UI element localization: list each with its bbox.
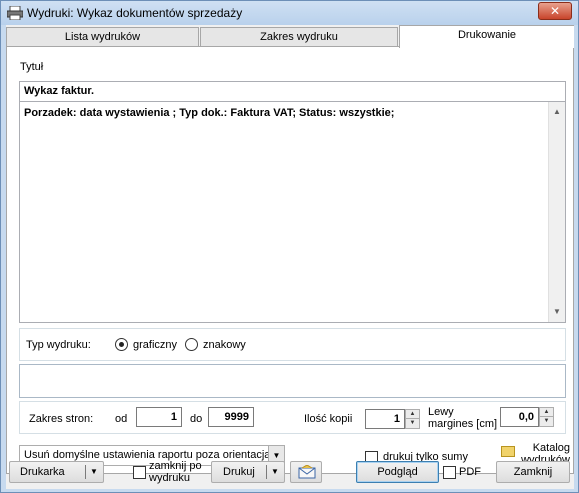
report-description-text: Porzadek: data wystawienia ; Typ dok.: F… [24,107,395,119]
tab-label: Drukowanie [457,29,517,41]
report-title-memo[interactable]: Wykaz faktur. Porzadek: data wystawienia… [19,81,566,323]
empty-options-box [19,364,566,398]
spin-down-icon[interactable]: ▼ [406,419,419,428]
tab-label: Lista wydruków [64,31,141,43]
scroll-down-icon[interactable]: ▼ [549,304,565,320]
left-margin-label: Lewy margines [cm] [428,406,498,430]
left-margin-input[interactable]: 0,0 [500,407,539,427]
close-button[interactable]: Zamknij [496,461,570,483]
report-title-field[interactable]: Wykaz faktur. [20,82,565,102]
radio-text-mode-label: znakowy [203,339,246,351]
tab-label: Zakres wydruku [260,31,338,43]
tab-strip: Lista wydruków Zakres wydruku Drukowanie [6,25,574,48]
radio-graphic-label: graficzny [133,339,178,351]
page-to-input[interactable]: 9999 [208,407,254,427]
tab-print-range[interactable]: Zakres wydruku [200,27,398,47]
print-type-group: Typ wydruku: graficzny znakowy [19,328,566,361]
memo-scrollbar[interactable]: ▲ ▼ [548,102,565,322]
window-title: Wydruki: Wykaz dokumentów sprzedaży [27,6,243,20]
scroll-up-icon[interactable]: ▲ [549,104,565,120]
title-label: Tytuł [20,61,44,73]
title-bar[interactable]: Wydruki: Wykaz dokumentów sprzedaży ✕ [1,1,578,25]
envelope-icon [298,465,316,479]
close-icon: ✕ [549,4,561,18]
printer-icon [7,6,23,20]
margin-spinner[interactable]: ▲ ▼ [539,407,554,427]
dialog-client: Lista wydruków Zakres wydruku Drukowanie… [6,25,574,489]
preview-button-label: Podgląd [377,466,418,478]
page-range-label: Zakres stron: [29,413,94,425]
split-divider [85,465,86,479]
spin-up-icon[interactable]: ▲ [540,408,553,417]
email-button[interactable] [290,461,322,483]
pdf-checkbox[interactable] [443,466,456,479]
pdf-label: PDF [459,466,481,478]
close-button-label: Zamknij [513,466,553,478]
printer-button-label: Drukarka [20,466,65,478]
split-divider [266,465,267,479]
print-type-label: Typ wydruku: [26,339,91,351]
close-after-print-label: zamknij po wydruku [149,460,202,484]
printer-button[interactable]: Drukarka ▼ [9,461,104,483]
print-button[interactable]: Drukuj ▼ [211,461,285,483]
copies-spinner[interactable]: ▲ ▼ [405,409,420,429]
close-after-print-checkbox[interactable] [133,466,146,479]
print-dialog-window: Wydruki: Wykaz dokumentów sprzedaży ✕ Li… [0,0,579,493]
preview-button[interactable]: Podgląd [356,461,439,483]
radio-text-mode[interactable] [185,338,198,351]
page-range-group: Zakres stron: od 1 do 9999 Ilość kopii 1… [19,401,566,434]
spin-up-icon[interactable]: ▲ [406,410,419,419]
page-from-input[interactable]: 1 [136,407,182,427]
tab-print-list[interactable]: Lista wydruków [6,27,199,47]
print-button-label: Drukuj [223,466,255,478]
tab-printing[interactable]: Drukowanie [399,25,574,48]
to-label: do [190,413,203,425]
printing-panel: Tytuł Wykaz faktur. Porzadek: data wysta… [6,46,574,474]
from-label: od [115,413,128,425]
radio-graphic[interactable] [115,338,128,351]
chevron-down-icon[interactable]: ▼ [90,462,98,482]
chevron-down-icon[interactable]: ▼ [271,462,279,482]
spin-down-icon[interactable]: ▼ [540,417,553,426]
close-window-button[interactable]: ✕ [538,2,572,20]
copies-label: Ilość kopii [304,413,353,425]
copies-input[interactable]: 1 [365,409,405,429]
